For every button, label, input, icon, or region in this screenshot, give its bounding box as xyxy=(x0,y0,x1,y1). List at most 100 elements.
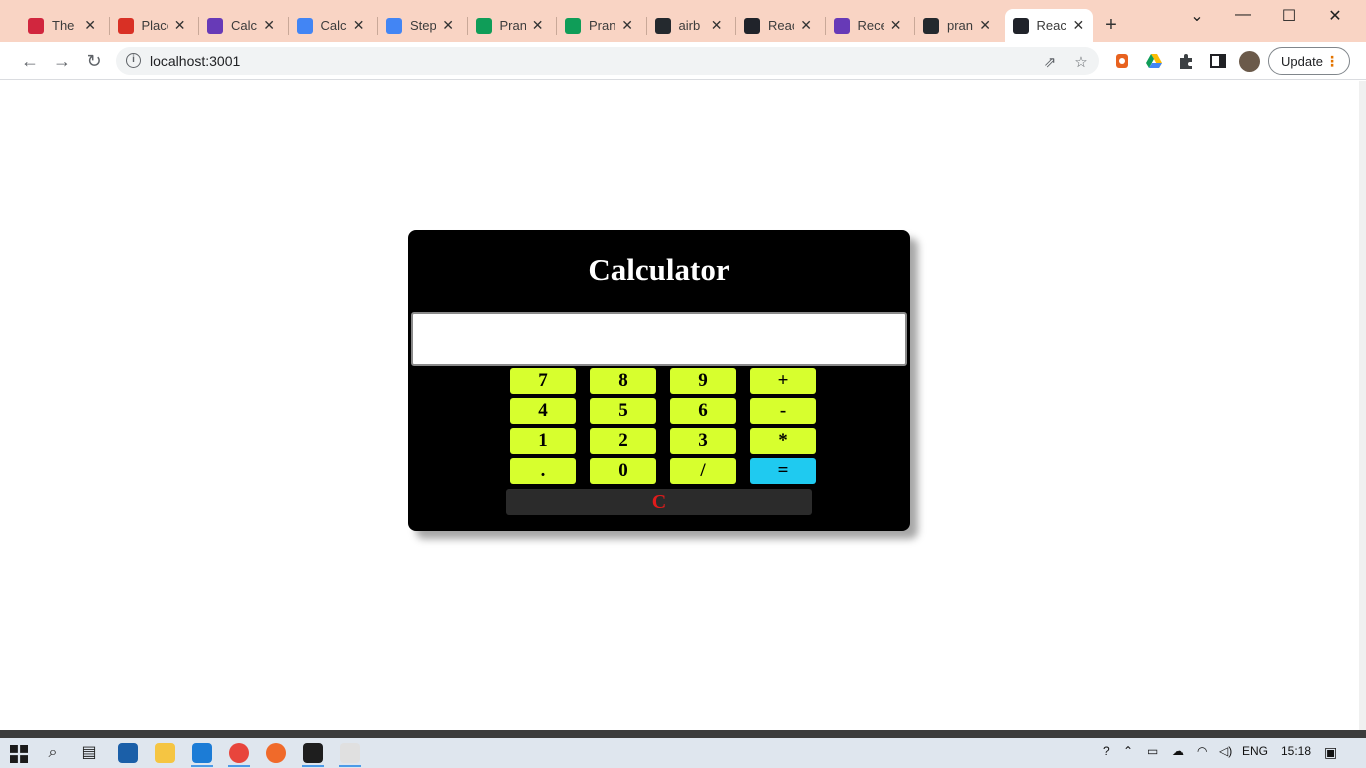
calc-key[interactable]: 6 xyxy=(670,398,736,424)
search-icon[interactable]: ⌕ xyxy=(44,744,62,762)
calc-key[interactable]: 2 xyxy=(590,428,656,454)
windows-start-icon[interactable] xyxy=(10,745,28,763)
tab-title: Step xyxy=(410,18,437,33)
tray-chevron-icon[interactable]: ⌃ xyxy=(1123,744,1133,758)
browser-tab[interactable]: Pran ✕ xyxy=(468,9,552,42)
calc-key[interactable]: 9 xyxy=(670,368,736,394)
tab-close-icon[interactable]: ✕ xyxy=(174,17,186,34)
browser-tab[interactable]: Step ✕ xyxy=(378,9,462,42)
terminal-icon[interactable] xyxy=(303,743,323,763)
browser-tab[interactable]: airb ✕ xyxy=(647,9,731,42)
github-icon xyxy=(923,17,939,34)
profile-avatar[interactable] xyxy=(1239,51,1260,72)
file-explorer-icon[interactable] xyxy=(155,743,175,763)
gmail-icon xyxy=(117,17,134,34)
postman-icon[interactable] xyxy=(266,743,286,763)
puzzle-extensions-icon[interactable] xyxy=(1177,52,1195,70)
tab-close-icon[interactable]: ✕ xyxy=(979,17,991,34)
notification-center-icon[interactable]: ▣ xyxy=(1324,744,1337,761)
google-drive-icon[interactable] xyxy=(1145,52,1163,70)
site-info-icon[interactable]: i xyxy=(126,53,141,68)
chrome-running-indicator xyxy=(228,765,250,767)
clear-button[interactable]: C xyxy=(506,489,812,515)
browser-tab[interactable]: The ✕ xyxy=(20,9,104,42)
tab-close-icon[interactable]: ✕ xyxy=(800,17,812,34)
calc-key[interactable]: + xyxy=(750,368,816,394)
language-indicator[interactable]: ENG xyxy=(1242,744,1268,758)
windows-taskbar: ⌕ ▤ ? ⌃ ▭ ☁ ◠ ◁) ENG 15:18 ▣ xyxy=(0,738,1366,768)
calc-key[interactable]: 5 xyxy=(590,398,656,424)
share-icon[interactable]: ⇗ xyxy=(1041,53,1059,71)
tab-title: The xyxy=(52,18,75,33)
tab-close-icon[interactable]: ✕ xyxy=(353,17,365,34)
tab-search-icon[interactable]: ⌄ xyxy=(1183,6,1211,26)
calc-key[interactable]: 7 xyxy=(510,368,576,394)
forms-icon xyxy=(207,17,223,34)
calculator-display[interactable] xyxy=(411,312,907,366)
browser-tab-strip: The✕Place✕Calcu✕Calcu✕Step✕Pran✕Pran✕air… xyxy=(0,0,1366,42)
calc-key[interactable]: = xyxy=(750,458,816,484)
reload-icon[interactable]: ↻ xyxy=(83,50,105,72)
calc-key[interactable]: 8 xyxy=(590,368,656,394)
tab-close-icon[interactable]: ✕ xyxy=(532,17,544,34)
new-tab-button[interactable]: + xyxy=(1100,14,1122,37)
tab-close-icon[interactable]: ✕ xyxy=(84,17,96,34)
extension-icon[interactable] xyxy=(1113,52,1131,70)
forward-arrow-icon[interactable]: → xyxy=(51,50,73,72)
back-arrow-icon[interactable]: ← xyxy=(19,50,41,72)
browser-tab[interactable]: Calcu ✕ xyxy=(289,9,373,42)
volume-icon[interactable]: ◁) xyxy=(1219,744,1232,758)
clock[interactable]: 15:18 xyxy=(1281,744,1311,758)
calc-key[interactable]: 1 xyxy=(510,428,576,454)
wifi-icon[interactable]: ◠ xyxy=(1197,744,1207,758)
address-bar[interactable]: i localhost:3001 ⇗ ☆ xyxy=(116,47,1099,75)
side-panel-icon[interactable] xyxy=(1209,52,1227,70)
slack-icon[interactable] xyxy=(340,743,360,763)
battery-icon[interactable]: ▭ xyxy=(1147,744,1158,758)
close-window-button[interactable]: ✕ xyxy=(1321,6,1349,26)
browser-tab[interactable]: pran ✕ xyxy=(915,9,999,42)
browser-tab[interactable]: Reac ✕ xyxy=(736,9,820,42)
docs-icon xyxy=(296,17,313,34)
calc-key[interactable]: - xyxy=(750,398,816,424)
tab-close-icon[interactable]: ✕ xyxy=(890,17,902,34)
browser-toolbar: ← → ↻ i localhost:3001 ⇗ ☆ Update ⋮ xyxy=(0,42,1366,80)
vscode-icon[interactable] xyxy=(192,743,212,763)
chrome-icon[interactable] xyxy=(229,743,249,763)
drive-icon xyxy=(475,17,492,34)
menu-dots-icon[interactable]: ⋮ xyxy=(1325,53,1339,70)
calc-key[interactable]: / xyxy=(670,458,736,484)
vscode-running-indicator xyxy=(191,765,213,767)
url-text[interactable]: localhost:3001 xyxy=(150,53,240,69)
store-icon[interactable] xyxy=(118,743,138,763)
browser-tab[interactable]: Place ✕ xyxy=(110,9,194,42)
browser-tab[interactable]: Rece ✕ xyxy=(826,9,910,42)
forms-icon xyxy=(833,17,850,34)
scrollbar[interactable] xyxy=(1359,81,1366,730)
update-button[interactable]: Update ⋮ xyxy=(1268,47,1350,75)
maximize-button[interactable]: ☐ xyxy=(1275,6,1303,26)
tab-close-icon[interactable]: ✕ xyxy=(711,17,723,34)
help-icon[interactable]: ? xyxy=(1103,744,1110,758)
tab-close-icon[interactable]: ✕ xyxy=(263,17,275,34)
terminal-running-indicator xyxy=(302,765,324,767)
tab-title: Calcu xyxy=(320,18,347,33)
calc-key[interactable]: 3 xyxy=(670,428,736,454)
minimize-button[interactable]: — xyxy=(1229,6,1257,24)
browser-tab[interactable]: Pran ✕ xyxy=(557,9,641,42)
cloud-icon[interactable]: ☁ xyxy=(1172,744,1184,758)
netflix-like-icon xyxy=(28,17,44,34)
calc-key[interactable]: 0 xyxy=(590,458,656,484)
github-icon xyxy=(654,17,671,34)
task-view-icon[interactable]: ▤ xyxy=(80,744,98,762)
calc-key[interactable]: 4 xyxy=(510,398,576,424)
slack-running-indicator xyxy=(339,765,361,767)
tab-close-icon[interactable]: ✕ xyxy=(442,17,454,34)
tab-close-icon[interactable]: ✕ xyxy=(621,17,633,34)
browser-tab[interactable]: Calcu ✕ xyxy=(199,9,283,42)
tab-close-icon[interactable]: ✕ xyxy=(1072,17,1085,34)
bookmark-star-icon[interactable]: ☆ xyxy=(1072,53,1090,71)
browser-tab[interactable]: Reac ✕ xyxy=(1004,9,1093,42)
calc-key[interactable]: . xyxy=(510,458,576,484)
calc-key[interactable]: * xyxy=(750,428,816,454)
